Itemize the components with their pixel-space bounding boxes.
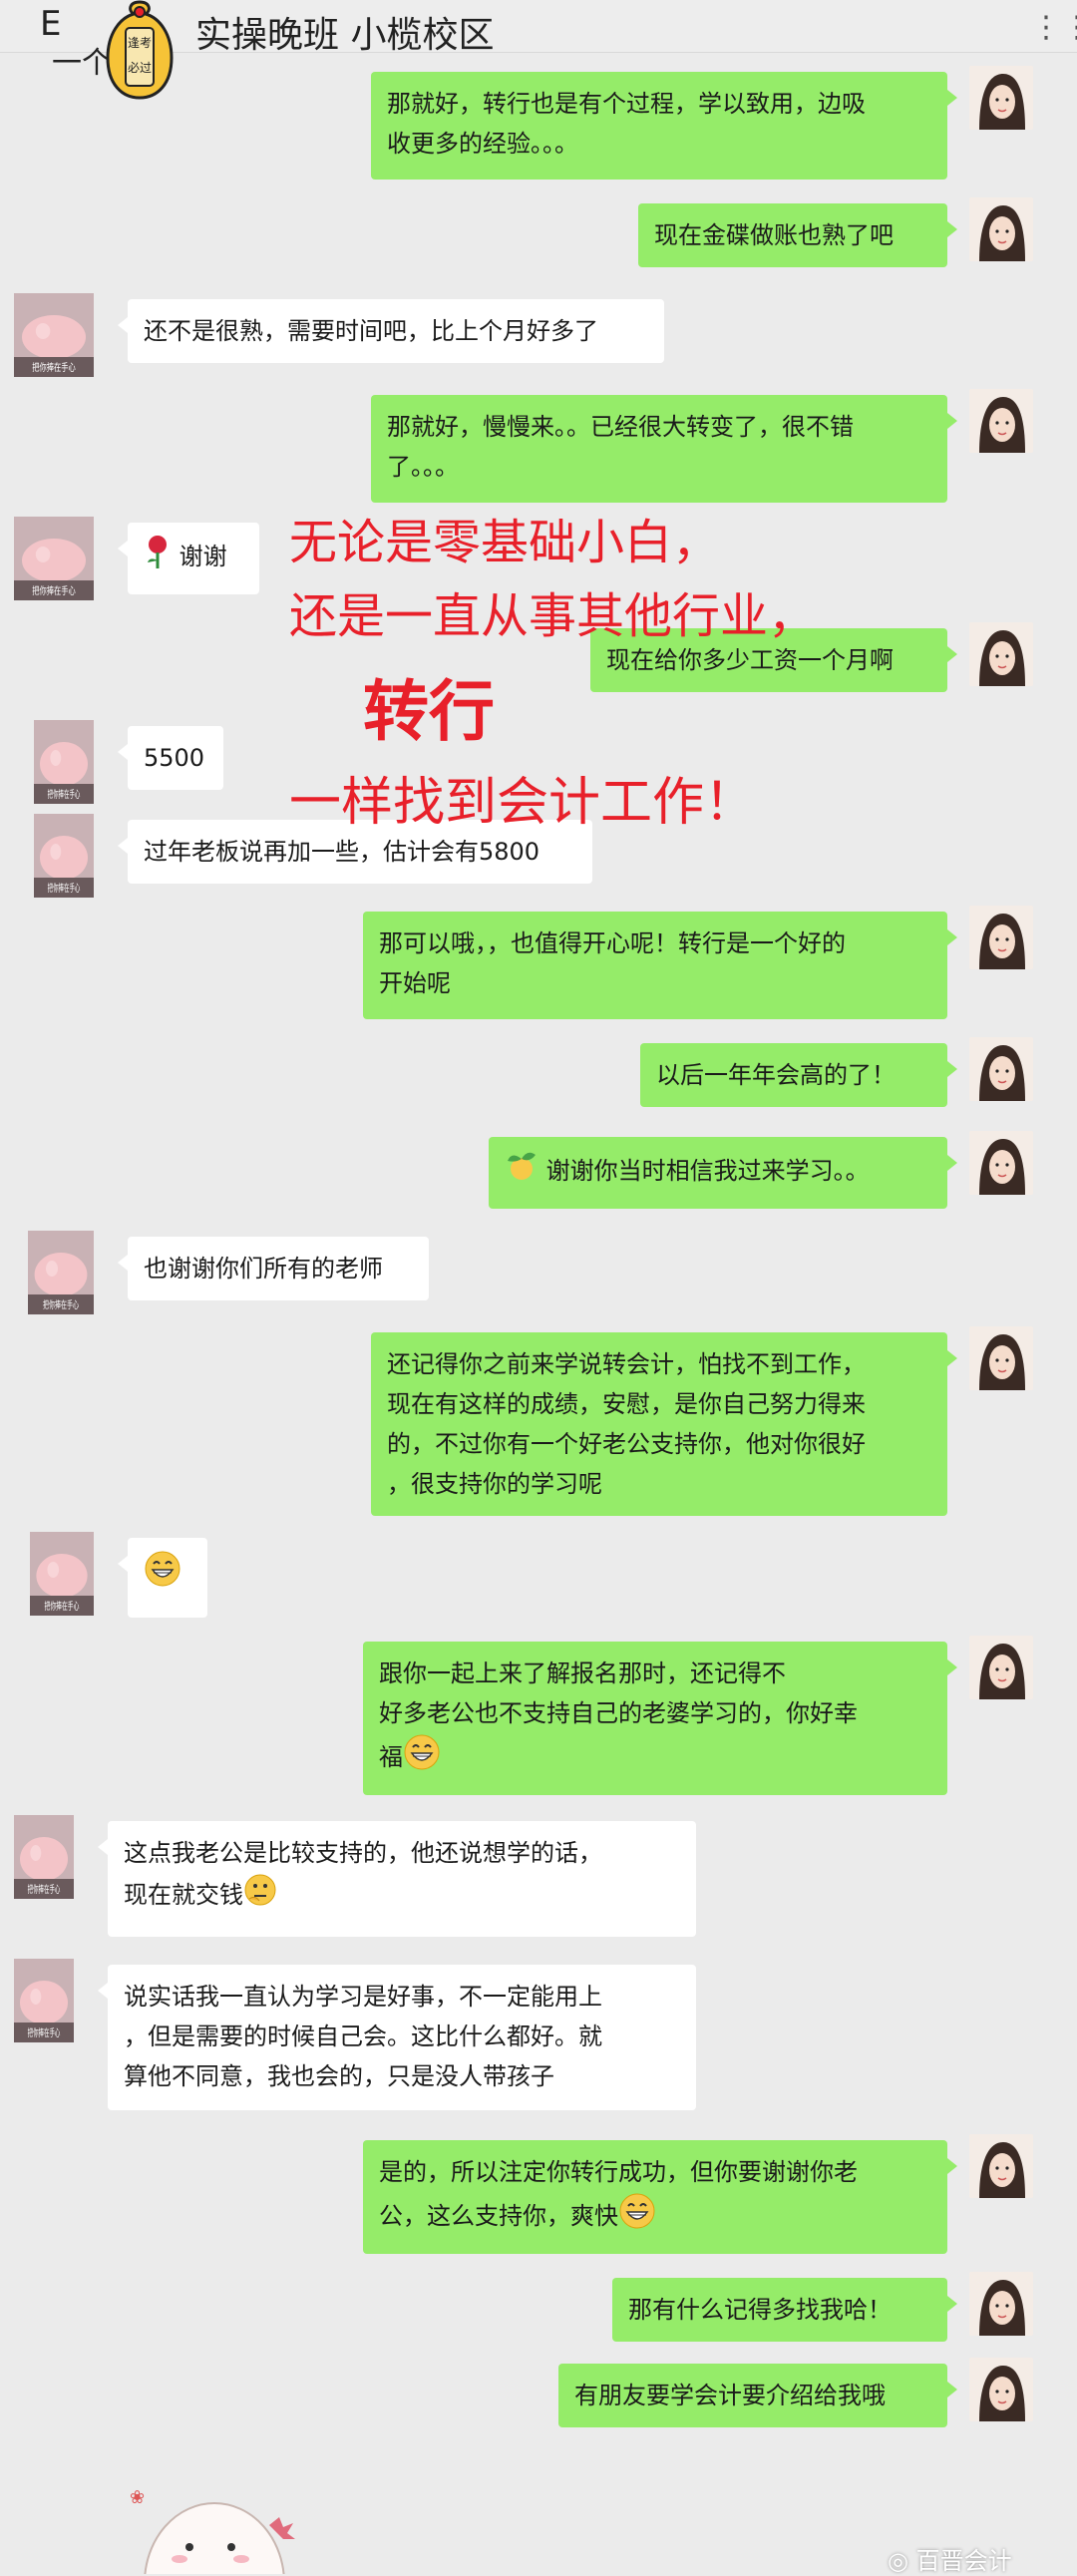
message-text: 以后一年年会高的了！ bbox=[656, 1061, 896, 1089]
my-avatar[interactable] bbox=[969, 389, 1033, 453]
watermark: ◎ 百晋会计 bbox=[888, 2541, 1012, 2576]
sent-message-bubble[interactable]: 那有什么记得多找我哈！ bbox=[612, 2278, 957, 2342]
sent-message-bubble[interactable]: 以后一年年会高的了！ bbox=[640, 1043, 957, 1107]
message-text: 现在给你多少工资一个月啊 bbox=[606, 646, 894, 674]
rose-emoji-icon bbox=[144, 535, 172, 580]
my-avatar[interactable] bbox=[969, 2272, 1033, 2336]
chat-title: 实操晚班 小榄校区 bbox=[195, 15, 495, 56]
my-avatar[interactable] bbox=[969, 2358, 1033, 2421]
sent-message-bubble[interactable]: 跟你一起上来了解报名那时，还记得不 好多老公也不支持自己的老婆学习的，你好幸 福 bbox=[363, 1642, 957, 1795]
received-message-bubble[interactable]: 这点我老公是比较支持的，他还说想学的话， 现在就交钱 bbox=[98, 1821, 696, 1937]
friend-avatar[interactable]: 把你捧在手心 bbox=[14, 517, 94, 600]
friend-avatar[interactable]: 把你捧在手心 bbox=[34, 720, 94, 804]
avatar-caption: 把你捧在手心 bbox=[28, 1883, 61, 1895]
friend-avatar[interactable]: 把你捧在手心 bbox=[14, 1815, 74, 1899]
sent-message-bubble[interactable]: 是的，所以注定你转行成功，但你要谢谢你老 公，这么支持你，爽快 bbox=[363, 2140, 957, 2254]
sent-message-bubble[interactable]: 那可以哦，，也值得开心呢！转行是一个好的 开始呢 bbox=[363, 912, 957, 1019]
svg-text:❀: ❀ bbox=[130, 2487, 145, 2508]
message-text: 5500 bbox=[144, 744, 205, 772]
message-text: 谢谢你当时相信我过来学习。。 bbox=[545, 1157, 870, 1185]
overlay-line-4: 一样找到会计工作！ bbox=[289, 773, 757, 833]
wechat-logo-icon: ◎ bbox=[888, 2547, 916, 2575]
received-message-bubble[interactable]: 也谢谢你们所有的老师 bbox=[118, 1237, 429, 1300]
message-text: 现在金碟做账也熟了吧 bbox=[654, 221, 894, 249]
message-text: 还记得你之前来学说转会计，怕找不到工作， 现在有这样的成绩，安慰，是你自己努力得… bbox=[387, 1350, 866, 1498]
message-text: 过年老板说再加一些，估计会有5800 bbox=[144, 838, 540, 866]
thinking-emoji-icon bbox=[243, 1873, 277, 1919]
overlay-line-1: 无论是零基础小白， bbox=[289, 515, 721, 570]
more-options-icon[interactable]: ⋮⋮ bbox=[1031, 10, 1077, 45]
sent-message-bubble[interactable]: 有朋友要学会计要介绍给我哦 bbox=[558, 2364, 957, 2427]
my-avatar[interactable] bbox=[969, 1037, 1033, 1101]
sprout-emoji-icon bbox=[505, 1149, 538, 1195]
sent-message-bubble[interactable]: 那就好，转行也是有个过程，学以致用，边吸 收更多的经验。。。 bbox=[371, 72, 957, 180]
my-avatar[interactable] bbox=[969, 906, 1033, 969]
sticker-text-2: 必过 bbox=[128, 61, 152, 75]
message-text: 谢谢 bbox=[179, 543, 227, 570]
received-message-bubble[interactable]: 说实话我一直认为学习是好事，不一定能用上 ，但是需要的时候自己会。这比什么都好。… bbox=[98, 1965, 696, 2110]
message-text: 说实话我一直认为学习是好事，不一定能用上 ，但是需要的时候自己会。这比什么都好。… bbox=[124, 1983, 602, 2090]
avatar-caption: 把你捧在手心 bbox=[48, 788, 81, 800]
my-avatar[interactable] bbox=[969, 1636, 1033, 1699]
sent-message-bubble[interactable]: 谢谢你当时相信我过来学习。。 bbox=[489, 1137, 957, 1209]
avatar-caption: 把你捧在手心 bbox=[32, 584, 76, 598]
grin-emoji-icon bbox=[618, 2192, 656, 2242]
sent-message-bubble[interactable]: 现在金碟做账也熟了吧 bbox=[638, 203, 957, 267]
friend-avatar[interactable]: 把你捧在手心 bbox=[14, 1959, 74, 2042]
message-text: 那可以哦，，也值得开心呢！转行是一个好的 开始呢 bbox=[379, 929, 846, 997]
my-avatar[interactable] bbox=[969, 1326, 1033, 1390]
my-avatar[interactable] bbox=[969, 66, 1033, 130]
message-text: 那就好，慢慢来。。已经很大转变了，很不错 了。。。 bbox=[387, 413, 854, 481]
received-message-bubble[interactable]: 还不是很熟，需要时间吧，比上个月好多了 bbox=[118, 299, 664, 363]
overlay-line-3: 转行 bbox=[363, 673, 495, 750]
watermark-text: 百晋会计 bbox=[915, 2547, 1012, 2575]
avatar-caption: 把你捧在手心 bbox=[32, 361, 76, 375]
message-text: 有朋友要学会计要介绍给我哦 bbox=[574, 2382, 886, 2409]
friend-avatar[interactable]: 把你捧在手心 bbox=[28, 1231, 94, 1314]
grin-emoji-icon bbox=[144, 1550, 181, 1600]
avatar-caption: 把你捧在手心 bbox=[45, 1600, 80, 1612]
my-avatar[interactable] bbox=[969, 197, 1033, 261]
message-text: 这点我老公是比较支持的，他还说想学的话， 现在就交钱 bbox=[124, 1839, 602, 1909]
sent-message-bubble[interactable]: 还记得你之前来学说转会计，怕找不到工作， 现在有这样的成绩，安慰，是你自己努力得… bbox=[371, 1332, 957, 1516]
sent-message-bubble[interactable]: 那就好，慢慢来。。已经很大转变了，很不错 了。。。 bbox=[371, 395, 957, 503]
sticker-text-1: 逢考 bbox=[128, 36, 152, 50]
bunny-sticker: ❀ bbox=[130, 2487, 295, 2574]
message-text: 那有什么记得多找我哈！ bbox=[628, 2296, 892, 2324]
message-text: 那就好，转行也是有个过程，学以致用，边吸 收更多的经验。。。 bbox=[387, 90, 866, 158]
received-message-bubble[interactable]: 5500 bbox=[118, 726, 223, 790]
avatar-caption: 把你捧在手心 bbox=[43, 1298, 79, 1310]
message-text: 跟你一起上来了解报名那时，还记得不 好多老公也不支持自己的老婆学习的，你好幸 福 bbox=[379, 1659, 858, 1771]
friend-avatar[interactable]: 把你捧在手心 bbox=[14, 293, 94, 377]
my-avatar[interactable] bbox=[969, 2134, 1033, 2198]
friend-avatar[interactable]: 把你捧在手心 bbox=[34, 814, 94, 898]
received-message-bubble[interactable]: 谢谢 bbox=[118, 523, 259, 594]
overlay-line-2: 还是一直从事其他行业， bbox=[289, 588, 817, 644]
avatar-caption: 把你捧在手心 bbox=[28, 2026, 61, 2038]
message-text: 也谢谢你们所有的老师 bbox=[144, 1255, 383, 1283]
grin-emoji-icon bbox=[403, 1733, 441, 1783]
my-avatar[interactable] bbox=[969, 622, 1033, 686]
friend-avatar[interactable]: 把你捧在手心 bbox=[30, 1532, 94, 1616]
avatar-caption: 把你捧在手心 bbox=[48, 882, 81, 894]
lucky-charm-sticker: 逢考 必过 bbox=[106, 0, 174, 100]
message-text: 还不是很熟，需要时间吧，比上个月好多了 bbox=[144, 317, 598, 345]
received-message-bubble[interactable] bbox=[118, 1538, 207, 1618]
my-avatar[interactable] bbox=[969, 1131, 1033, 1195]
